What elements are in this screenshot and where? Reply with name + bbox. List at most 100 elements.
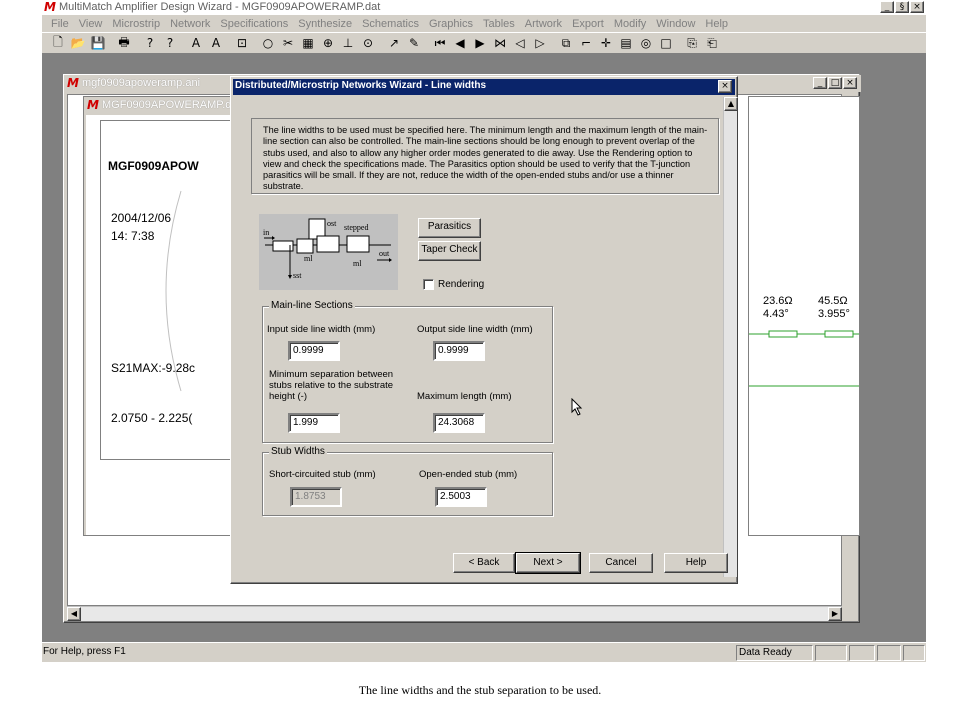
step-back-icon[interactable]: ◁ (510, 34, 530, 53)
min-separation-field[interactable]: 1.999 (288, 413, 340, 433)
menu-artwork[interactable]: Artwork (520, 18, 567, 30)
menu-specifications[interactable]: Specifications (215, 18, 293, 30)
dialog-close-button[interactable]: × (718, 80, 732, 93)
ani-close-button[interactable]: × (843, 77, 857, 89)
cursor-box-icon[interactable]: ⊡ (232, 34, 252, 53)
step-forward-icon[interactable]: ▷ (530, 34, 550, 53)
status-data-ready: Data Ready (739, 647, 792, 658)
scissors-icon[interactable]: ✂ (278, 34, 298, 53)
scroll-up-icon[interactable]: ▲ (724, 97, 738, 111)
stop-square-icon[interactable]: □ (656, 34, 676, 53)
min-sep-label: stubs relative to the substrate (269, 380, 394, 391)
grid-icon[interactable]: ▦ (298, 34, 318, 53)
app-title: MultiMatch Amplifier Design Wizard - MGF… (59, 1, 381, 13)
open-stub-field[interactable]: 2.5003 (435, 487, 487, 507)
menu-synthesize[interactable]: Synthesize (293, 18, 357, 30)
menu-file[interactable]: File (46, 18, 74, 30)
parasitics-button[interactable]: Parasitics (418, 218, 481, 238)
input-width-label: Input side line width (mm) (267, 324, 376, 335)
print-icon[interactable]: 🖶 (114, 34, 134, 53)
ani-minimize-button[interactable]: _ (813, 77, 827, 89)
diagram-label: out (379, 249, 390, 258)
scroll-left-icon[interactable]: ◀ (67, 607, 81, 621)
status-pane (815, 645, 847, 661)
dialog-scrollbar[interactable]: ▲ (723, 97, 738, 577)
angle-value: 4.43° (763, 308, 789, 320)
open-stub-label: Open-ended stub (mm) (419, 469, 518, 480)
component-icon[interactable]: ⊕ (318, 34, 338, 53)
figure-caption: The line widths and the stub separation … (358, 683, 602, 697)
menu-tables[interactable]: Tables (478, 18, 520, 30)
short-stub-field: 1.8753 (290, 487, 342, 507)
scroll-right-icon[interactable]: ▶ (828, 607, 842, 621)
tree-icon[interactable]: ⊥ (338, 34, 358, 53)
menu-view[interactable]: View (74, 18, 108, 30)
stop-icon[interactable]: ⋈ (490, 34, 510, 53)
group-legend: Stub Widths (269, 446, 327, 458)
arrow-icon[interactable]: ↗ (384, 34, 404, 53)
taper-check-button[interactable]: Taper Check (418, 241, 481, 261)
menu-schematics[interactable]: Schematics (357, 18, 424, 30)
export-icon[interactable]: ⎘ (682, 34, 702, 53)
minimize-button[interactable]: _ (880, 1, 894, 13)
status-pane (903, 645, 925, 661)
target-icon[interactable]: ⊙ (358, 34, 378, 53)
menu-microstrip[interactable]: Microstrip (107, 18, 165, 30)
input-width-field[interactable]: 0.9999 (288, 341, 340, 361)
font-a-bold-icon[interactable]: A (206, 34, 226, 53)
max-length-label: Maximum length (mm) (417, 391, 512, 402)
font-a-icon[interactable]: A (186, 34, 206, 53)
play-back-icon[interactable]: ▶ (470, 34, 490, 53)
group-legend: Main-line Sections (269, 300, 355, 312)
copy-icon[interactable]: ⧉ (556, 34, 576, 53)
help-button[interactable]: Help (664, 553, 728, 573)
cross-icon[interactable]: ✛ (596, 34, 616, 53)
context-help-icon[interactable]: ? (160, 34, 180, 53)
stub-widths-group: Stub Widths Short-circuited stub (mm) 1.… (262, 446, 553, 516)
ani-maximize-button[interactable]: □ (828, 77, 842, 89)
menu-modify[interactable]: Modify (609, 18, 651, 30)
output-width-field[interactable]: 0.9999 (433, 341, 485, 361)
new-file-icon[interactable]: 🗋 (48, 34, 68, 53)
impedance-value: 23.6Ω (763, 295, 793, 307)
corner-icon[interactable]: ⌐ (576, 34, 596, 53)
circle-icon[interactable]: ○ (258, 34, 278, 53)
radio-icon[interactable]: ◎ (636, 34, 656, 53)
short-stub-label: Short-circuited stub (mm) (269, 469, 376, 480)
menu-help[interactable]: Help (700, 18, 733, 30)
dialog-title: Distributed/Microstrip Networks Wizard -… (235, 80, 487, 91)
menu-export[interactable]: Export (567, 18, 609, 30)
dat-window-title: MGF0909APOWERAMP.dat (102, 99, 241, 111)
rendering-checkbox[interactable] (423, 279, 434, 290)
import-icon[interactable]: ⎗ (702, 34, 722, 53)
close-button[interactable]: × (910, 1, 924, 13)
diagram-label: ost (327, 219, 337, 228)
cancel-button[interactable]: Cancel (589, 553, 653, 573)
diagram-label: sst (293, 271, 302, 280)
horizontal-scrollbar[interactable]: ◀ ▶ (67, 606, 842, 621)
max-length-field[interactable]: 24.3068 (433, 413, 485, 433)
line-widths-dialog: Distributed/Microstrip Networks Wizard -… (230, 76, 738, 584)
menu-graphics[interactable]: Graphics (424, 18, 478, 30)
table-icon[interactable]: ▤ (616, 34, 636, 53)
previous-icon[interactable]: ◀ (450, 34, 470, 53)
impedance-value: 45.5Ω (818, 295, 848, 307)
help-question-icon[interactable]: ? (140, 34, 160, 53)
status-pane (877, 645, 901, 661)
pen-icon[interactable]: ✎ (404, 34, 424, 53)
schematic-view: 23.6Ω 4.43° 45.5Ω 3.955° (748, 96, 860, 536)
status-bar: For Help, press F1 Data Ready (42, 642, 926, 662)
back-button[interactable]: < Back (453, 553, 515, 573)
diagram-label: ml (353, 259, 362, 268)
first-icon[interactable]: ⏮ (430, 34, 450, 53)
menu-network[interactable]: Network (165, 18, 215, 30)
save-disk-icon[interactable]: 💾 (88, 34, 108, 53)
instructions-text: The line widths to be used must be speci… (251, 118, 719, 194)
design-time: 14: 7:38 (111, 229, 155, 243)
menu-window[interactable]: Window (651, 18, 700, 30)
main-line-sections-group: Main-line Sections Input side line width… (262, 300, 553, 443)
open-folder-icon[interactable]: 📂 (68, 34, 88, 53)
restore-button[interactable]: § (895, 1, 909, 13)
next-button[interactable]: Next > (515, 552, 581, 574)
ani-window-title: mgf0909apoweramp.ani (82, 77, 201, 89)
